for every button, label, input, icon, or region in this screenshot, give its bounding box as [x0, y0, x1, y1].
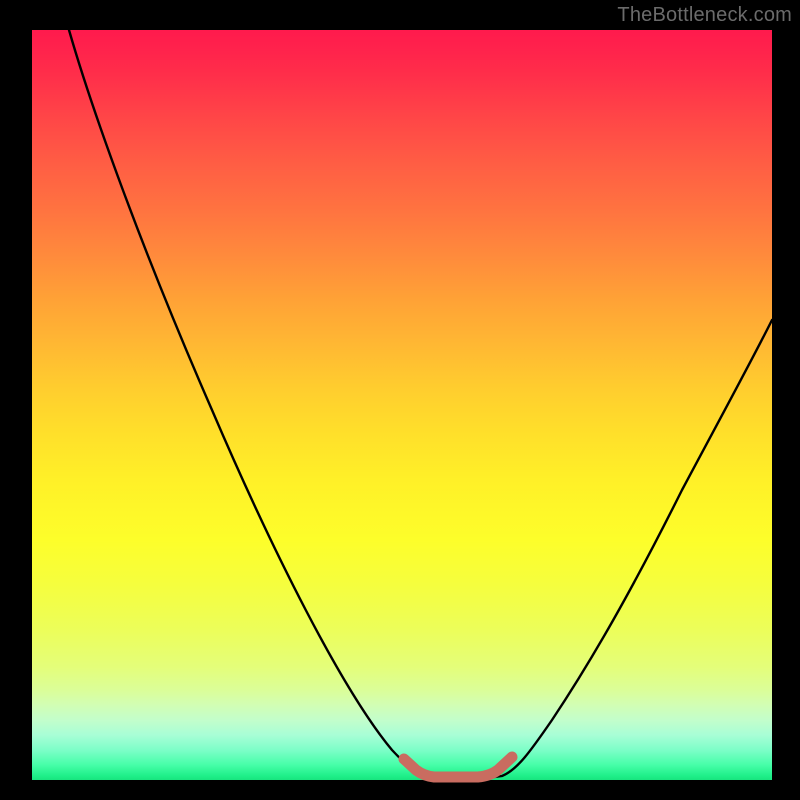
optimal-marker-path — [404, 757, 512, 777]
watermark-text: TheBottleneck.com — [617, 4, 792, 27]
chart-frame: TheBottleneck.com — [0, 0, 800, 800]
chart-svg — [32, 30, 772, 780]
bottleneck-curve-path — [69, 30, 772, 779]
